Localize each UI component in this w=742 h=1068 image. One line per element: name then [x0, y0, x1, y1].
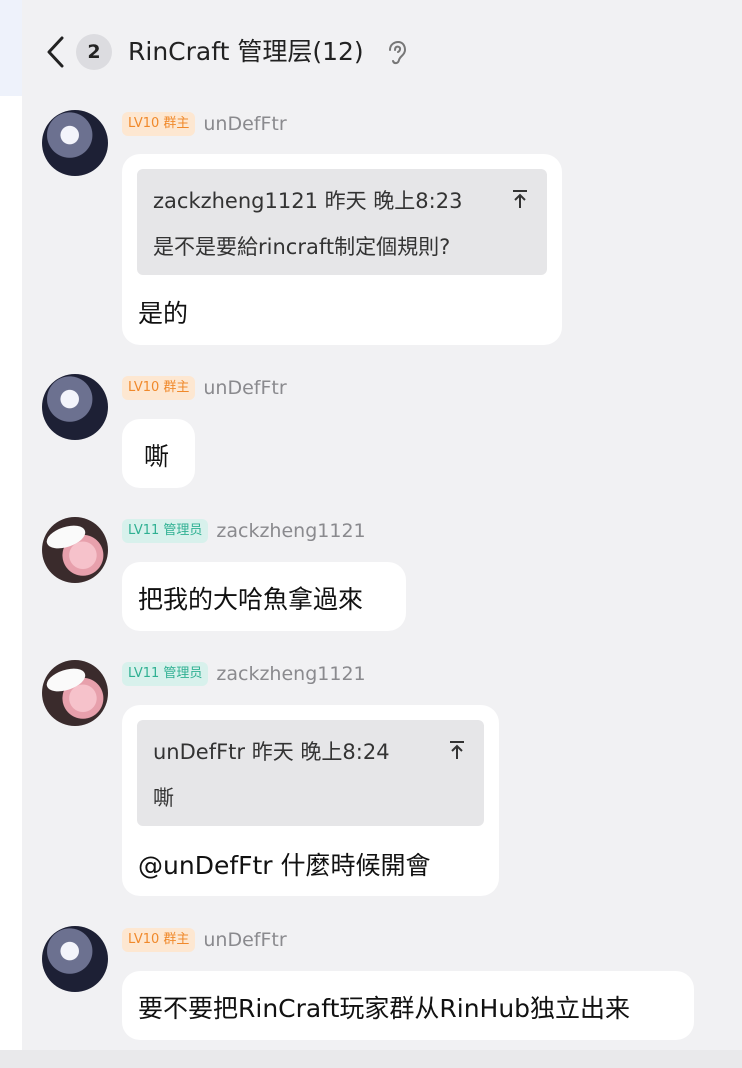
quote-header: zackzheng1121 昨天 晚上8:23	[153, 189, 463, 213]
message-bubble[interactable]: zackzheng1121 昨天 晚上8:23 是不是要給rincraft制定個…	[122, 154, 562, 345]
quote-text: 是不是要給rincraft制定個規則?	[153, 235, 451, 259]
message-meta: LV11 管理员 zackzheng1121	[122, 517, 366, 545]
message-meta: LV10 群主 unDefFtr	[122, 374, 287, 402]
level-badge: LV10 群主	[122, 376, 196, 400]
avatar[interactable]	[42, 660, 108, 726]
jump-to-original-icon[interactable]	[448, 740, 466, 760]
message-bubble[interactable]: 嘶	[122, 419, 195, 488]
ear-icon[interactable]	[386, 40, 408, 66]
avatar[interactable]	[42, 110, 108, 176]
chat-header: 2 RinCraft 管理层(12)	[22, 0, 742, 100]
sender-name[interactable]: unDefFtr	[203, 377, 286, 399]
message-text: 要不要把RinCraft玩家群从RinHub独立出来	[138, 994, 631, 1023]
message-meta: LV10 群主 unDefFtr	[122, 110, 287, 138]
level-badge: LV10 群主	[122, 112, 196, 136]
quoted-message[interactable]: zackzheng1121 昨天 晚上8:23 是不是要給rincraft制定個…	[137, 169, 547, 275]
chat-title[interactable]: RinCraft 管理层(12)	[128, 34, 364, 70]
left-edge-highlight	[0, 0, 22, 96]
message-item: LV11 管理员 zackzheng1121 把我的大哈魚拿過來	[22, 517, 742, 633]
input-bar-edge	[0, 1050, 742, 1068]
sender-name[interactable]: zackzheng1121	[216, 663, 365, 685]
sender-name[interactable]: unDefFtr	[203, 113, 286, 135]
message-item: LV10 群主 unDefFtr 嘶	[22, 374, 742, 490]
message-meta: LV11 管理员 zackzheng1121	[122, 660, 366, 688]
quoted-message[interactable]: unDefFtr 昨天 晚上8:24 嘶	[137, 720, 484, 826]
left-edge-panel	[0, 0, 22, 1068]
message-bubble[interactable]: 把我的大哈魚拿過來	[122, 562, 406, 631]
message-item: LV10 群主 unDefFtr zackzheng1121 昨天 晚上8:23…	[22, 110, 742, 346]
quote-text: 嘶	[153, 786, 174, 810]
avatar[interactable]	[42, 926, 108, 992]
message-item: LV10 群主 unDefFtr 要不要把RinCraft玩家群从RinHub独…	[22, 926, 742, 1042]
message-text: 把我的大哈魚拿過來	[138, 585, 364, 614]
sender-name[interactable]: zackzheng1121	[216, 520, 365, 542]
level-badge: LV10 群主	[122, 928, 196, 952]
back-arrow-icon[interactable]	[44, 34, 68, 70]
level-badge: LV11 管理员	[122, 519, 209, 543]
quote-header: unDefFtr 昨天 晚上8:24	[153, 740, 390, 764]
level-badge: LV11 管理员	[122, 662, 209, 686]
avatar[interactable]	[42, 517, 108, 583]
sender-name[interactable]: unDefFtr	[203, 929, 286, 951]
message-text: 嘶	[144, 442, 170, 471]
jump-to-original-icon[interactable]	[511, 189, 529, 209]
message-text: 是的	[138, 299, 189, 328]
unread-count-badge[interactable]: 2	[76, 34, 112, 70]
message-text: @unDefFtr 什麼時候開會	[138, 851, 431, 880]
message-item: LV11 管理员 zackzheng1121 unDefFtr 昨天 晚上8:2…	[22, 660, 742, 898]
avatar[interactable]	[42, 374, 108, 440]
message-bubble[interactable]: unDefFtr 昨天 晚上8:24 嘶 @unDefFtr 什麼時候開會	[122, 705, 499, 896]
message-bubble[interactable]: 要不要把RinCraft玩家群从RinHub独立出来	[122, 971, 694, 1040]
message-meta: LV10 群主 unDefFtr	[122, 926, 287, 954]
